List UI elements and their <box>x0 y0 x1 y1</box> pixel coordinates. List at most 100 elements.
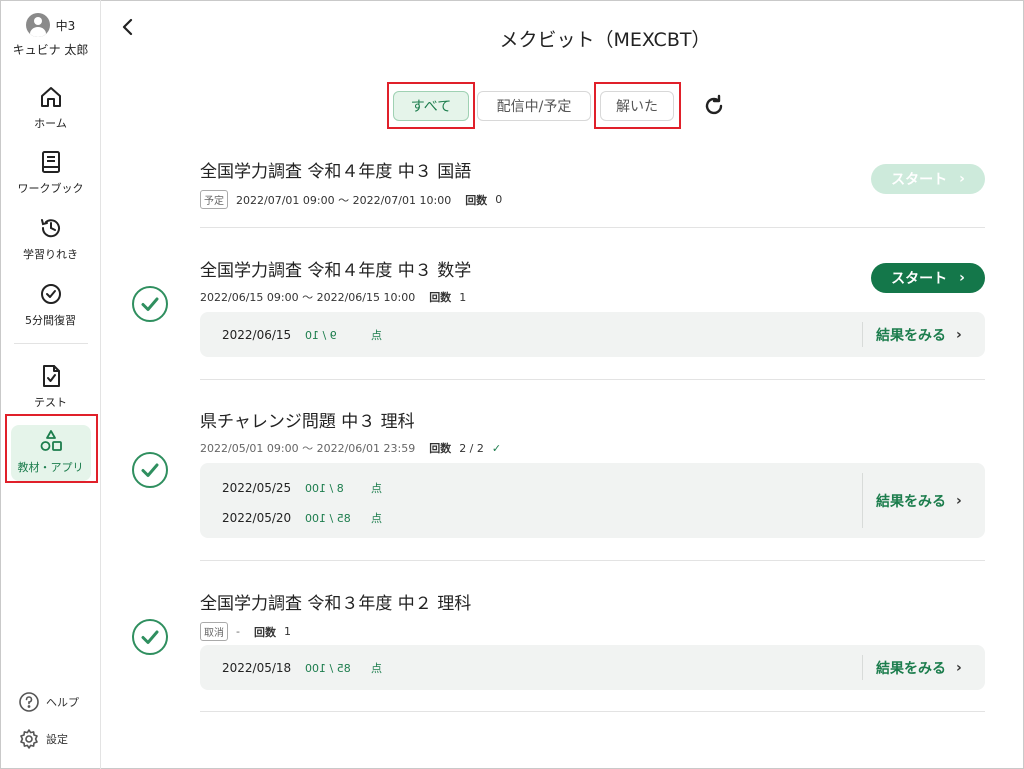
result-panel: 2022/05/25 8 / 100 点 2022/05/20 85 / 100… <box>200 463 985 538</box>
sidebar-divider <box>14 343 88 344</box>
sidebar-item-home[interactable]: ホーム <box>0 84 101 131</box>
count-value: 1 <box>459 290 467 304</box>
highlight-box <box>5 414 98 483</box>
check-circle-icon <box>40 284 61 304</box>
result-score: 85 / 100 <box>305 661 351 675</box>
item-period: 2022/07/01 09:00 〜 2022/07/01 10:00 <box>236 193 452 207</box>
home-icon <box>40 87 61 107</box>
completed-check-icon <box>132 452 168 488</box>
highlight-box <box>387 82 475 129</box>
result-separator <box>862 473 863 528</box>
view-result-link[interactable]: 結果をみる › <box>876 658 962 678</box>
settings-link[interactable]: 設定 <box>18 728 68 750</box>
item-meta: 2022/06/15 09:00 〜 2022/06/15 10:00 回数 1 <box>200 289 466 305</box>
result-score: 8 / 100 <box>305 481 344 495</box>
result-date: 2022/05/25 <box>222 481 292 495</box>
result-separator <box>862 322 863 347</box>
item-divider <box>200 560 985 561</box>
chevron-right-icon: › <box>956 493 962 509</box>
result-score: 9 / 10 <box>305 328 337 342</box>
sidebar-item-label: 5分間復習 <box>25 314 76 327</box>
gear-icon <box>20 729 38 749</box>
sidebar-item-label: テスト <box>34 396 67 409</box>
start-button[interactable]: スタート › <box>871 263 985 293</box>
view-result-label: 結果をみる <box>876 328 946 344</box>
item-divider <box>200 379 985 380</box>
user-profile[interactable]: 中3 キュビナ 太郎 <box>0 12 101 58</box>
start-button-label: スタート <box>891 271 948 287</box>
item-period: 2022/06/15 09:00 〜 2022/06/15 10:00 <box>200 291 416 304</box>
result-score: 85 / 100 <box>305 511 351 525</box>
completed-check-icon <box>132 619 168 655</box>
score-unit: 点 <box>371 662 382 675</box>
count-value: 1 <box>283 625 291 638</box>
count-label: 回数 <box>253 625 276 639</box>
score-unit: 点 <box>371 512 382 525</box>
history-icon <box>40 219 60 238</box>
chevron-right-icon: › <box>959 270 965 286</box>
status-badge: 予定 <box>200 190 228 209</box>
item-title: 全国学力調査 令和４年度 中３ 数学 <box>200 261 472 281</box>
item-meta: 2022/05/01 09:00 〜 2022/06/01 23:59 回数 2… <box>200 440 501 456</box>
result-row: 2022/05/18 85 / 100 点 <box>222 660 382 676</box>
sidebar-item-test[interactable]: テスト <box>0 363 101 410</box>
user-name: キュビナ 太郎 <box>12 43 89 57</box>
chevron-right-icon: › <box>956 327 962 343</box>
avatar-icon <box>25 13 50 37</box>
sidebar: 中3 キュビナ 太郎 ホーム ワークブック 学習りれき 5分間復習 テスト 教材… <box>0 0 101 769</box>
count-value: 0 <box>495 193 503 206</box>
highlight-box <box>594 82 681 129</box>
item-meta: 予定 2022/07/01 09:00 〜 2022/07/01 10:00 回… <box>200 190 502 209</box>
completed-tick-icon: ✓ <box>491 441 502 455</box>
result-row: 2022/06/15 9 / 10 点 <box>222 327 382 343</box>
test-doc-icon <box>42 365 60 387</box>
item-divider <box>200 227 985 228</box>
sidebar-item-workbook[interactable]: ワークブック <box>0 149 101 196</box>
sidebar-item-label: ホーム <box>34 117 67 130</box>
item-divider <box>200 711 985 712</box>
score-unit: 点 <box>371 482 382 495</box>
view-result-label: 結果をみる <box>876 494 946 510</box>
result-row: 2022/05/20 85 / 100 点 <box>222 510 382 526</box>
count-value: 2 / 2 <box>459 441 484 455</box>
view-result-link[interactable]: 結果をみる › <box>876 325 962 345</box>
item-title: 全国学力調査 令和４年度 中３ 国語 <box>200 162 472 182</box>
view-result-label: 結果をみる <box>876 661 946 677</box>
tab-scheduled[interactable]: 配信中/予定 <box>477 91 591 121</box>
sidebar-item-review[interactable]: 5分間復習 <box>0 281 101 328</box>
item-meta: 取消 - 回数 1 <box>200 622 291 641</box>
count-label: 回数 <box>465 193 488 207</box>
item-period: 2022/05/01 09:00 〜 2022/06/01 23:59 <box>200 442 416 455</box>
chevron-right-icon: › <box>959 171 965 187</box>
result-row: 2022/05/25 8 / 100 点 <box>222 480 382 496</box>
result-date: 2022/05/18 <box>222 661 292 675</box>
item-title: 県チャレンジ問題 中３ 理科 <box>200 412 415 432</box>
help-label: ヘルプ <box>46 696 79 709</box>
start-button-label: スタート <box>891 172 948 188</box>
result-date: 2022/06/15 <box>222 328 292 342</box>
status-badge: 取消 <box>200 622 228 641</box>
completed-check-icon <box>132 286 168 322</box>
result-panel: 2022/06/15 9 / 10 点 結果をみる › <box>200 312 985 357</box>
result-separator <box>862 655 863 680</box>
count-label: 回数 <box>429 291 452 304</box>
score-unit: 点 <box>371 329 382 342</box>
result-panel: 2022/05/18 85 / 100 点 結果をみる › <box>200 645 985 690</box>
sidebar-item-label: 学習りれき <box>23 248 78 261</box>
help-link[interactable]: ヘルプ <box>18 691 79 713</box>
sidebar-item-label: ワークブック <box>17 182 84 195</box>
item-period: - <box>236 625 240 638</box>
refresh-icon[interactable] <box>702 94 726 118</box>
sidebar-item-history[interactable]: 学習りれき <box>0 215 101 262</box>
start-button[interactable]: スタート › <box>871 164 985 194</box>
user-grade: 中3 <box>55 18 76 33</box>
item-title: 全国学力調査 令和３年度 中２ 理科 <box>200 594 472 614</box>
back-chevron-icon[interactable] <box>117 14 139 42</box>
count-label: 回数 <box>429 442 452 455</box>
view-result-link[interactable]: 結果をみる › <box>876 491 962 511</box>
result-date: 2022/05/20 <box>222 511 292 525</box>
book-icon <box>41 151 60 173</box>
chevron-right-icon: › <box>956 660 962 676</box>
settings-label: 設定 <box>46 733 68 746</box>
help-icon <box>19 692 39 712</box>
